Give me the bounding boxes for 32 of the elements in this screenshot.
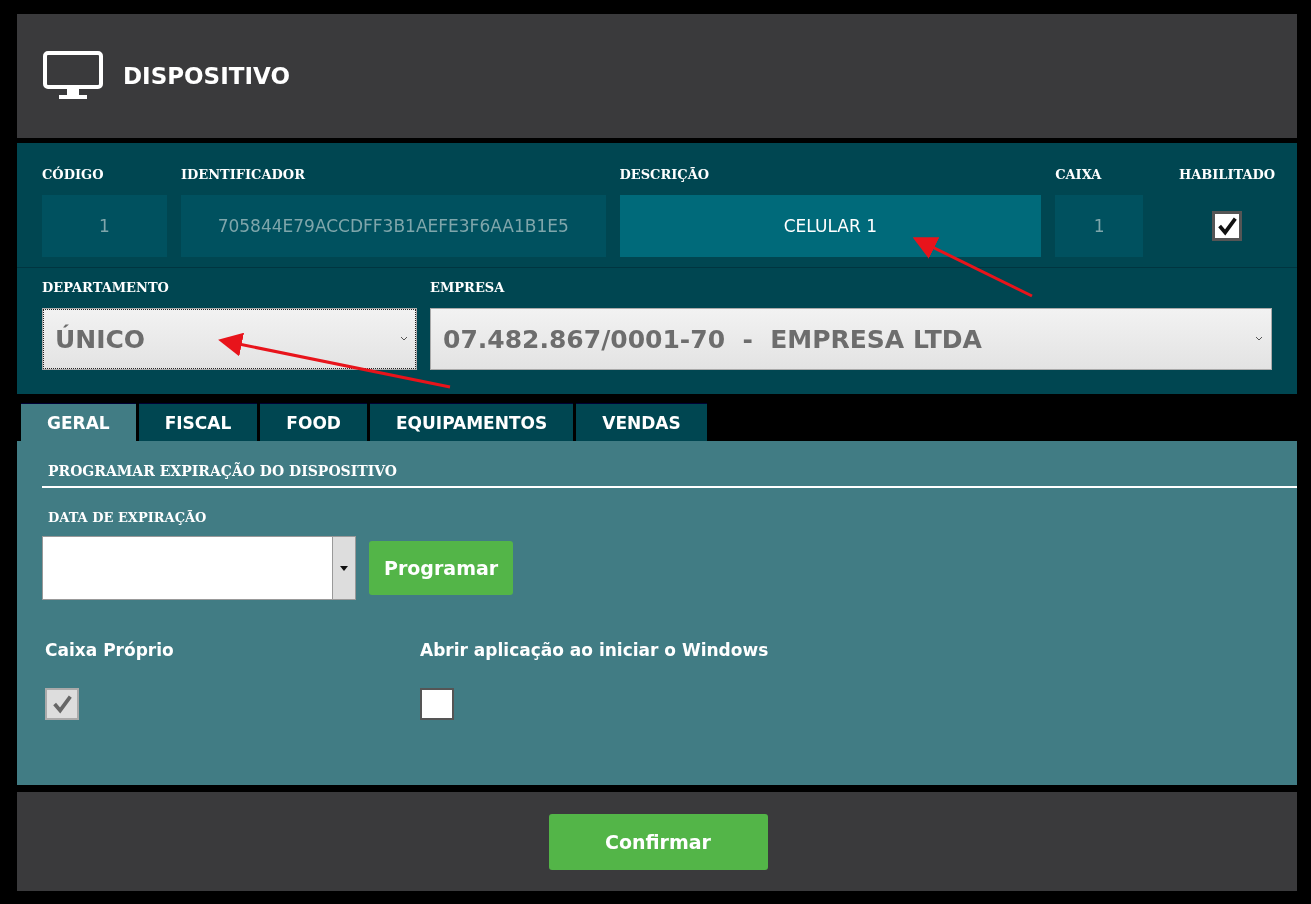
caret-icon [340,565,348,571]
input-field[interactable]: 1 [1055,195,1144,257]
field-label: CÓDIGO [42,167,105,184]
section-title: PROGRAMAR EXPIRAÇÃO DO DISPOSITIVO [42,463,1297,488]
tab[interactable]: FISCAL [138,403,258,441]
date-field[interactable] [42,536,356,600]
select-field[interactable]: ÚNICO [42,308,417,370]
caret-icon [400,336,408,342]
checkbox[interactable] [420,688,454,720]
tab[interactable]: VENDAS [576,403,707,441]
tab[interactable]: EQUIPAMENTOS [369,403,574,441]
page-title: DISPOSITIVO [123,63,290,89]
tab[interactable]: GERAL [21,403,136,441]
input-field[interactable]: 705844E79ACCDFF3B1AEFE3F6AA1B1E5 [180,195,606,257]
field-label: DEPARTAMENTO [42,280,170,297]
program-button[interactable]: Programar [369,541,514,595]
field-label: IDENTIFICADOR [180,167,306,184]
select-field[interactable]: 07.482.867/0001-70 - EMPRESA LTDA [430,308,1272,370]
field-label: EMPRESA [430,280,506,297]
field-label: HABILITADO [1177,167,1277,184]
confirm-button[interactable]: Confirmar [548,813,768,870]
option-label: Abrir aplicação ao iniciar o Windows [420,640,770,660]
checkbox[interactable] [1212,211,1243,241]
monitor-icon [43,51,103,101]
input-field[interactable]: 1 [42,195,167,257]
input-field[interactable]: CELULAR 1 [619,195,1042,257]
field-label: CAIXA [1055,167,1103,184]
tab[interactable]: FOOD [260,403,367,441]
field-label: DESCRIÇÃO [619,167,711,184]
option-label: Caixa Próprio [45,640,175,660]
field-label: DATA DE EXPIRAÇÃO [48,510,208,527]
caret-icon [1255,336,1263,342]
